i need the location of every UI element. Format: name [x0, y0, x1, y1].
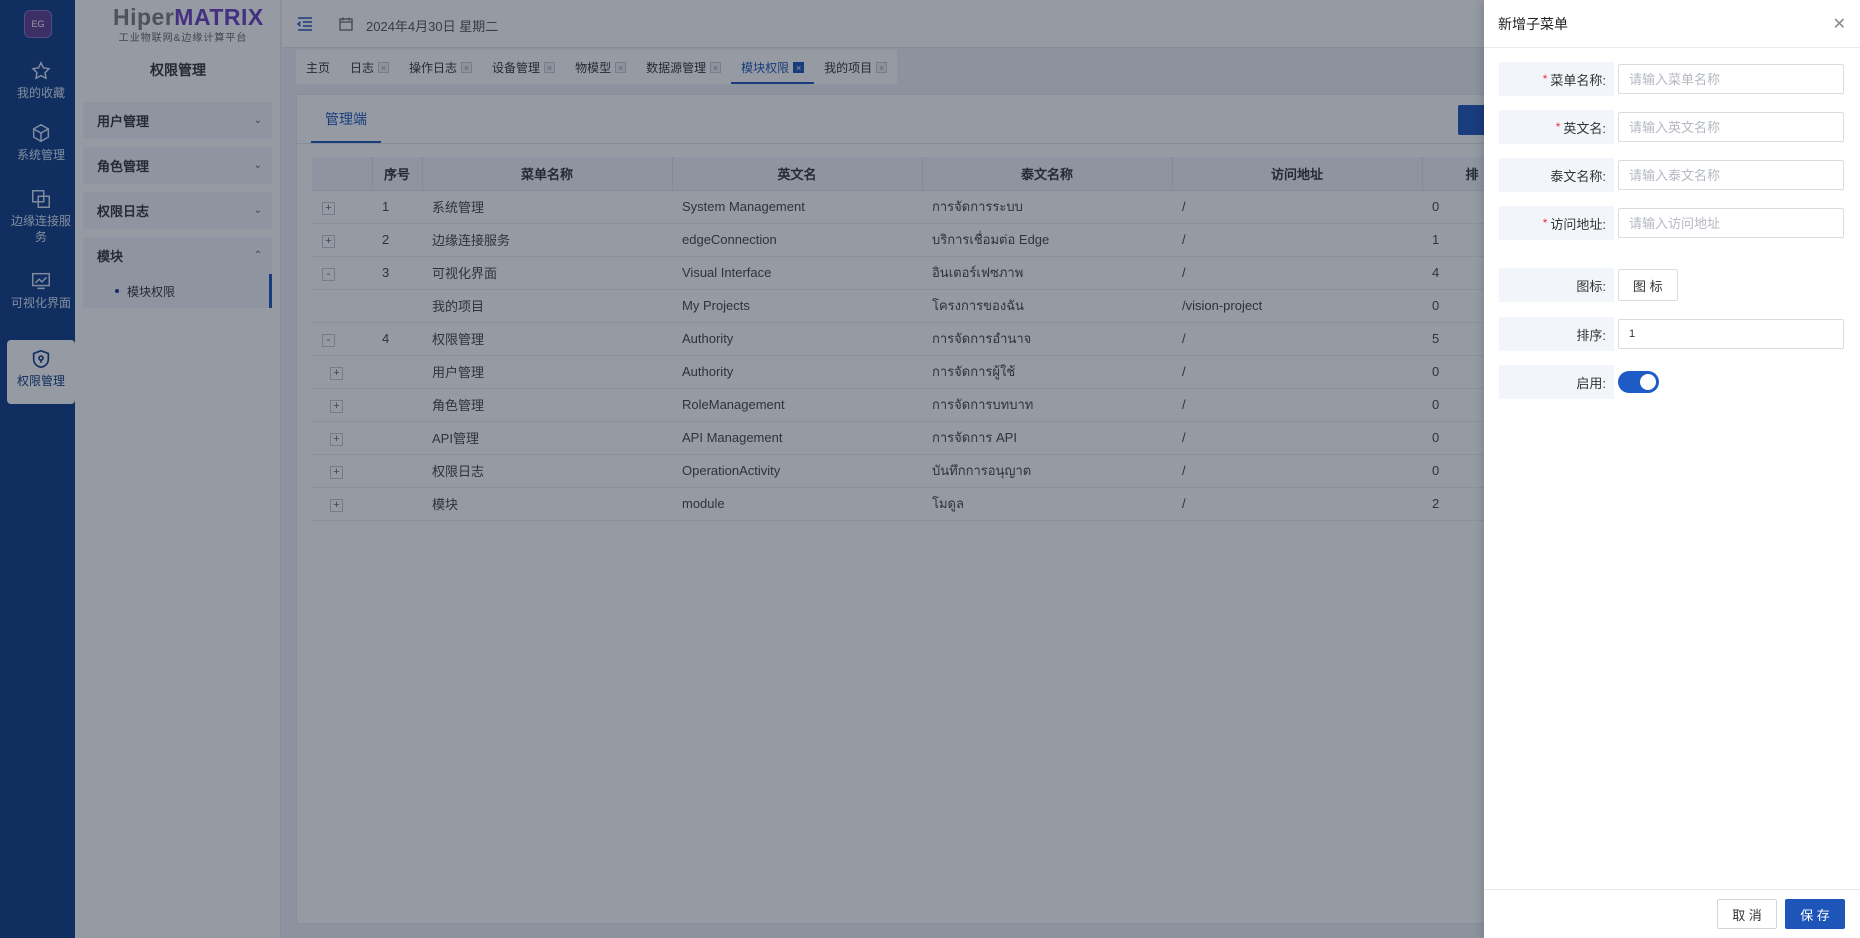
field-label: * 英文名: — [1499, 110, 1614, 144]
label-text: 访问地址: — [1550, 216, 1606, 232]
label-text: 排序: — [1576, 327, 1606, 343]
required-mark: * — [1555, 120, 1561, 134]
field-label: 启用: — [1499, 365, 1614, 399]
label-text: 泰文名称: — [1550, 168, 1606, 184]
menu-name-input[interactable] — [1618, 64, 1844, 94]
drawer-title: 新增子菜单 — [1498, 15, 1568, 32]
field-label: 泰文名称: — [1499, 158, 1614, 192]
english-name-input[interactable] — [1618, 112, 1844, 142]
sort-input[interactable] — [1618, 319, 1844, 349]
field-label: * 菜单名称: — [1499, 62, 1614, 96]
close-icon[interactable]: ✕ — [1833, 14, 1846, 34]
form-row-th-name: 泰文名称: — [1499, 158, 1845, 192]
url-input[interactable] — [1618, 208, 1844, 238]
select-icon-button[interactable]: 图 标 — [1618, 269, 1678, 301]
toggle-knob — [1640, 374, 1656, 390]
enabled-toggle[interactable] — [1618, 371, 1659, 393]
form-row-url: * 访问地址: — [1499, 206, 1845, 240]
form-row-en-name: * 英文名: — [1499, 110, 1845, 144]
modal-overlay[interactable] — [0, 0, 1484, 938]
required-mark: * — [1542, 72, 1548, 86]
drawer-footer: 取 消 保 存 — [1484, 889, 1860, 938]
field-label: 排序: — [1499, 317, 1614, 351]
save-button[interactable]: 保 存 — [1785, 899, 1845, 929]
form-row-enabled: 启用: — [1499, 365, 1845, 399]
form-row-menu-name: * 菜单名称: — [1499, 62, 1845, 96]
cancel-button[interactable]: 取 消 — [1717, 899, 1777, 929]
field-label: * 访问地址: — [1499, 206, 1614, 240]
label-text: 启用: — [1576, 375, 1606, 391]
label-text: 菜单名称: — [1550, 72, 1606, 88]
label-text: 英文名: — [1563, 120, 1606, 136]
thai-name-input[interactable] — [1618, 160, 1844, 190]
drawer-header: 新增子菜单 ✕ — [1484, 0, 1860, 48]
form-row-sort: 排序: — [1499, 317, 1845, 351]
form-row-icon: 图标: 图 标 — [1499, 268, 1845, 302]
required-mark: * — [1542, 216, 1548, 230]
label-text: 图标: — [1576, 278, 1606, 294]
field-label: 图标: — [1499, 268, 1614, 302]
add-submenu-drawer: 新增子菜单 ✕ *菜单名称: *英文名: 泰文名称: *访问地址: 图标: 图 … — [1484, 0, 1860, 938]
